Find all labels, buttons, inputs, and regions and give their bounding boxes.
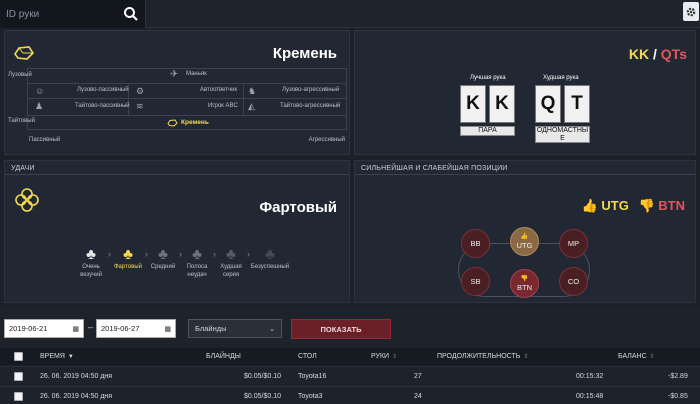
date-to-input[interactable]: 2019-06-27 ▦ [96, 319, 176, 338]
col-time[interactable]: ВРЕМЯ [40, 353, 65, 360]
table-row[interactable]: 26. 06. 2019 04:50 дня $0.05/$0.10 Toyot… [0, 366, 700, 385]
clover-icon: ♣ [265, 246, 275, 263]
profile-row-label: Игрок ABC [208, 103, 238, 109]
row-checkbox[interactable] [14, 371, 23, 381]
profile-title: Кремень [272, 45, 337, 62]
card: K [460, 85, 486, 123]
luck-level: ♣ Безуспешный [250, 246, 290, 271]
seat-sb: SB [461, 267, 490, 296]
luck-scale: ♣ Очень везучий › ♣ Фартовый › ♣ Средний… [75, 247, 305, 297]
maniac-icon: ✈ [170, 69, 179, 80]
flint-icon [14, 46, 35, 60]
worst-hand-type: ОДНОМАСТНЫЕ [535, 126, 590, 143]
profile-row-label: Тайтово-пассивный [75, 103, 130, 109]
axis-passive: Пассивный [29, 137, 61, 143]
abc-icon: ≋ [136, 101, 144, 111]
col-duration[interactable]: ПРОДОЛЖИТЕЛЬНОСТЬ [437, 353, 520, 360]
luck-level: ♣ Полоса неудач [181, 247, 213, 279]
best-hand-title: KK [628, 46, 650, 62]
luck-panel: УДАЧИ Фартовый ♣ Очень везучий › ♣ Фарто… [4, 160, 350, 303]
best-position: UTG [601, 198, 629, 213]
chevron-down-icon: ⌄ [269, 325, 275, 333]
thumb-up-icon: 👍 [581, 198, 598, 213]
seat-bb: BB [461, 229, 490, 258]
hands-title: KK / QTs [628, 46, 687, 62]
profile-row-label: Лузово-пассивный [77, 87, 129, 93]
gear-icon[interactable] [683, 2, 699, 21]
clover-icon: ♣ [192, 246, 202, 263]
search-input[interactable] [6, 5, 116, 23]
positions-panel: СИЛЬНЕЙШАЯ И СЛАБЕЙШАЯ ПОЗИЦИИ 👍 UTG 👎 B… [354, 160, 696, 303]
sort-icon[interactable]: ⇕ [392, 353, 397, 360]
profile-top-label: Маньяк [186, 71, 207, 77]
sort-icon[interactable]: ⇕ [650, 353, 655, 360]
shark-icon: ◭ [248, 101, 255, 111]
card: Q [535, 85, 561, 123]
best-hand-label: Лучшая рука [470, 75, 506, 81]
cow-icon: ☺ [35, 86, 45, 96]
axis-aggressive: Агрессивный [308, 137, 345, 143]
luck-level: ♣ Средний [147, 247, 179, 271]
table-header: ВРЕМЯ ▼ БЛАЙНДЫ СТОЛ РУКИ ⇕ ПРОДОЛЖИТЕЛЬНО… [0, 348, 700, 365]
profile-row-label: Автоответчик [200, 87, 238, 93]
clover-icon: ♣ [158, 246, 168, 263]
blinds-select[interactable]: Блайнды ⌄ [188, 319, 282, 338]
col-table[interactable]: СТОЛ [298, 353, 317, 360]
sort-down-icon[interactable]: ▼ [68, 354, 74, 360]
worst-position: BTN [658, 198, 685, 213]
thumb-up-icon: 👍 [520, 233, 529, 240]
seat-utg: 👍 UTG [510, 227, 539, 256]
positions-summary: 👍 UTG 👎 BTN [582, 198, 685, 214]
flint-small-icon [167, 119, 178, 127]
profile-row-label: Тайтово-агрессивный [280, 103, 341, 109]
date-from-input[interactable]: 2019-06-21 ▦ [4, 319, 84, 338]
luck-level: ♣ Очень везучий [75, 247, 107, 279]
col-hands[interactable]: РУКИ [371, 353, 389, 360]
col-balance[interactable]: БАЛАНС [618, 353, 647, 360]
row-checkbox[interactable] [14, 391, 23, 401]
worst-hand-label: Худшая рука [543, 75, 579, 81]
mouse-icon: ♟ [35, 101, 44, 111]
seat-mp: MP [559, 229, 588, 258]
hands-panel: KK / QTs Лучшая рука Худшая рука K K Q T… [354, 30, 696, 155]
date-separator: – [88, 322, 94, 332]
calendar-icon[interactable]: ▦ [72, 325, 79, 333]
luck-header: УДАЧИ [11, 165, 35, 172]
axis-tight: Тайтовый [8, 118, 35, 124]
clover-icon: ♣ [226, 246, 236, 263]
clover-icon [15, 188, 39, 212]
clover-icon: ♣ [86, 246, 96, 263]
search-box [0, 0, 146, 28]
luck-level: ♣ Худшая серия [215, 247, 247, 279]
bull-icon: ♞ [248, 86, 257, 96]
card: T [564, 85, 590, 123]
seat-co: CO [559, 267, 588, 296]
worst-hand-title: QTs [660, 46, 687, 62]
table-row[interactable]: 26. 06. 2019 04:50 дня $0.05/$0.10 Toyot… [0, 386, 700, 404]
positions-header: СИЛЬНЕЙШАЯ И СЛАБЕЙШАЯ ПОЗИЦИИ [361, 165, 508, 172]
show-button[interactable]: ПОКАЗАТЬ [291, 319, 391, 339]
sort-icon[interactable]: ⇕ [523, 353, 528, 360]
clover-icon: ♣ [123, 246, 133, 263]
thumb-down-icon: 👎 [638, 198, 655, 213]
select-all-checkbox[interactable] [14, 352, 23, 361]
profile-row-label: Лузово-агрессивный [282, 87, 340, 93]
calendar-icon[interactable]: ▦ [164, 325, 171, 333]
luck-level-active: ♣ Фартовый [111, 247, 145, 271]
axis-loose: Лузовый [8, 72, 32, 78]
best-hand-type: ПАРА [460, 126, 515, 136]
thumb-down-icon: 👎 [520, 275, 529, 282]
search-icon[interactable] [123, 6, 139, 22]
luck-title: Фартовый [259, 199, 337, 216]
col-blinds[interactable]: БЛАЙНДЫ [206, 353, 241, 360]
filters-bar: 2019-06-21 ▦ – 2019-06-27 ▦ Блайнды ⌄ ПО… [0, 308, 700, 346]
card: K [489, 85, 515, 123]
profile-selected-label: Кремень [181, 119, 209, 126]
profile-panel: Кремень Лузовый Тайтовый ✈ Маньяк ☺ Лузо… [4, 30, 350, 155]
robot-icon: ⚙ [136, 86, 145, 96]
seat-btn: 👎 BTN [510, 269, 539, 298]
